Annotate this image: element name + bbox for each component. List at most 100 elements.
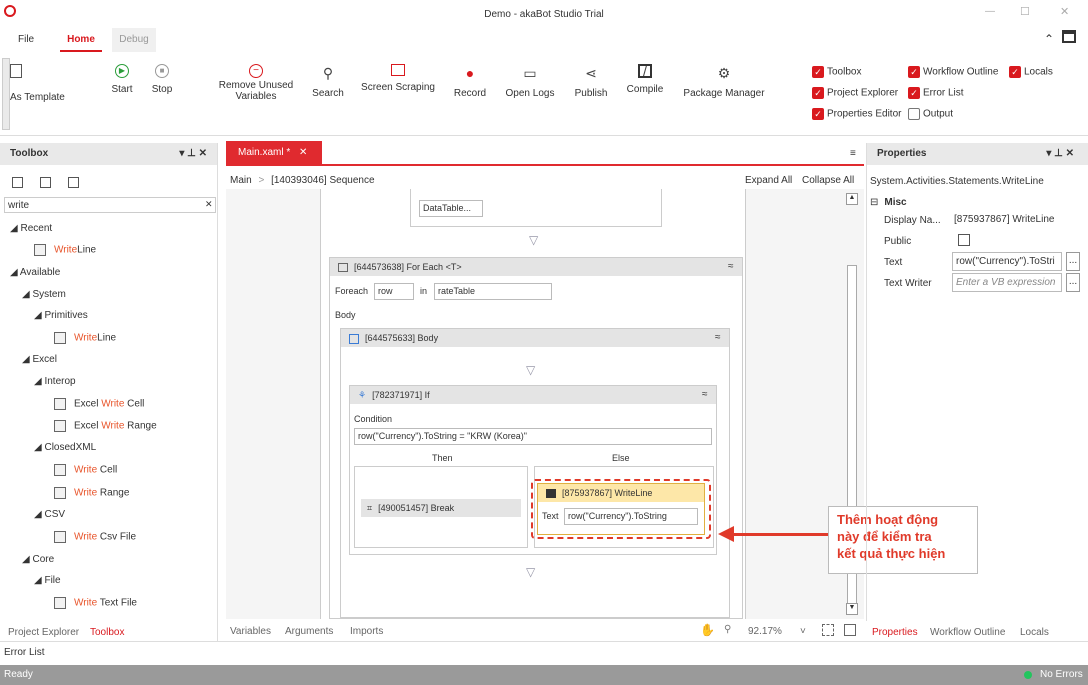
tree-recent-writeline[interactable]: WriteLine bbox=[34, 244, 96, 256]
body-collapse-icon[interactable]: ≈ bbox=[715, 332, 721, 343]
tree-excel[interactable]: ◢ Excel bbox=[22, 354, 57, 365]
tree-recent[interactable]: ◢ Recent bbox=[10, 223, 52, 234]
text-expression-button[interactable]: ... bbox=[1066, 252, 1080, 271]
text-writer-expression-button[interactable]: ... bbox=[1066, 273, 1080, 292]
error-list-toggle[interactable]: ✓ Error List bbox=[908, 87, 964, 99]
tree-interop[interactable]: ◢ Interop bbox=[34, 376, 76, 387]
search-button[interactable]: ⚲ Search bbox=[308, 64, 348, 99]
writeline-text-input[interactable]: row("Currency").ToString bbox=[564, 508, 698, 525]
variables-tab[interactable]: Variables bbox=[230, 626, 271, 637]
stop-button[interactable]: ■ Stop bbox=[148, 64, 176, 95]
display-name-value[interactable]: [875937867] WriteLine bbox=[954, 214, 1054, 225]
foreach-collapse-icon[interactable]: ≈ bbox=[728, 261, 734, 272]
break-activity[interactable]: ⌗ [490051457] Break bbox=[361, 499, 521, 517]
writeline-activity[interactable]: [875937867] WriteLine Text row("Currency… bbox=[537, 483, 705, 535]
tree-file[interactable]: ◢ File bbox=[34, 575, 61, 586]
public-checkbox[interactable] bbox=[958, 234, 970, 246]
locals-tab[interactable]: Locals bbox=[1020, 627, 1049, 638]
close-button[interactable]: ✕ bbox=[1060, 5, 1069, 18]
overview-icon[interactable] bbox=[844, 624, 856, 636]
tree-write-csv-file[interactable]: Write Csv File bbox=[54, 531, 136, 543]
collapse-all-link[interactable]: Collapse All bbox=[802, 175, 854, 186]
panel-controls[interactable]: ▾ ⊥ ✕ bbox=[1046, 143, 1074, 165]
designer-tab[interactable]: Main.xaml * ✕ bbox=[226, 141, 322, 165]
menu-file[interactable]: File bbox=[18, 34, 34, 45]
remove-unused-variables-button[interactable]: − Remove Unused Variables bbox=[214, 64, 298, 102]
tab-list-icon[interactable]: ≡ bbox=[850, 148, 856, 159]
arguments-tab[interactable]: Arguments bbox=[285, 626, 333, 637]
zoom-level[interactable]: 92.17% bbox=[748, 626, 782, 637]
error-list-tab[interactable]: Error List bbox=[4, 647, 45, 658]
publish-button[interactable]: ⋖ Publish bbox=[568, 64, 614, 99]
misc-category[interactable]: ⊟ Misc bbox=[870, 197, 907, 208]
text-property-input[interactable]: row("Currency").ToStri bbox=[952, 252, 1062, 271]
project-explorer-tab[interactable]: Project Explorer bbox=[8, 627, 79, 638]
body-activity[interactable]: [644575633] Body ≈ ▽ ⚘ [782371971] If ≈ C… bbox=[340, 328, 730, 618]
toolbox-tab[interactable]: Toolbox bbox=[90, 627, 124, 638]
collapse-all-icon[interactable] bbox=[40, 177, 51, 188]
menu-debug[interactable]: Debug bbox=[112, 28, 156, 52]
record-button[interactable]: ● Record bbox=[452, 64, 488, 99]
ribbon-scroll-left[interactable] bbox=[2, 58, 10, 130]
screen-scraping-button[interactable]: Screen Scraping bbox=[358, 64, 438, 93]
menu-home[interactable]: Home bbox=[60, 28, 102, 52]
panel-controls[interactable]: ▾ ⊥ ✕ bbox=[179, 143, 207, 165]
prev-activity[interactable]: DataTable... bbox=[410, 189, 662, 227]
as-template-button[interactable]: As Template bbox=[10, 64, 70, 103]
open-logs-button[interactable]: ▭ Open Logs bbox=[502, 64, 558, 99]
hand-pan-icon[interactable]: ✋ bbox=[700, 623, 715, 637]
tree-write-range[interactable]: Write Range bbox=[54, 487, 129, 499]
tree-excel-write-cell[interactable]: Excel Write Cell bbox=[54, 398, 144, 410]
tree-write-text-file[interactable]: Write Text File bbox=[54, 597, 137, 609]
tree-excel-write-range[interactable]: Excel Write Range bbox=[54, 420, 157, 432]
tree-csv[interactable]: ◢ CSV bbox=[34, 509, 65, 520]
layout-icon[interactable] bbox=[1062, 30, 1076, 43]
properties-editor-toggle[interactable]: ✓ Properties Editor bbox=[812, 108, 901, 120]
search-icon: ⚲ bbox=[322, 65, 334, 81]
scroll-down-button[interactable]: ▼ bbox=[846, 603, 858, 615]
package-manager-button[interactable]: ⚙ Package Manager bbox=[678, 64, 770, 99]
foreach-collection-input[interactable]: rateTable bbox=[434, 283, 552, 300]
tree-core[interactable]: ◢ Core bbox=[22, 554, 54, 565]
condition-input[interactable]: row("Currency").ToString = "KRW (Korea)" bbox=[354, 428, 712, 445]
expand-all-link[interactable]: Expand All bbox=[745, 175, 792, 186]
tree-system[interactable]: ◢ System bbox=[22, 289, 66, 300]
workflow-outline-tab[interactable]: Workflow Outline bbox=[930, 627, 1005, 638]
minimize-button[interactable]: — bbox=[985, 6, 995, 17]
toolbox-toggle[interactable]: ✓ Toolbox bbox=[812, 66, 861, 78]
project-explorer-toggle[interactable]: ✓ Project Explorer bbox=[812, 87, 898, 99]
breadcrumb-sequence[interactable]: [140393046] Sequence bbox=[271, 175, 374, 186]
collapse-category-icon[interactable]: ⊟ bbox=[870, 197, 878, 208]
if-collapse-icon[interactable]: ≈ bbox=[702, 389, 708, 400]
output-toggle[interactable]: Output bbox=[908, 108, 953, 120]
compile-button[interactable]: / Compile bbox=[622, 64, 668, 95]
collapse-ribbon-icon[interactable]: ⌃ bbox=[1044, 32, 1054, 46]
imports-tab[interactable]: Imports bbox=[350, 626, 383, 637]
properties-tab[interactable]: Properties bbox=[872, 627, 918, 638]
zoom-dropdown-icon[interactable]: ˅ bbox=[800, 626, 806, 637]
scroll-up-button[interactable]: ▲ bbox=[846, 193, 858, 205]
error-count[interactable]: No Errors bbox=[1040, 669, 1083, 680]
tree-closedxml[interactable]: ◢ ClosedXML bbox=[34, 442, 96, 453]
close-tab-icon[interactable]: ✕ bbox=[299, 147, 307, 158]
datatable-field[interactable]: DataTable... bbox=[419, 200, 483, 217]
toolbox-search-input[interactable]: write bbox=[4, 197, 216, 213]
tree-write-cell[interactable]: Write Cell bbox=[54, 464, 117, 476]
tree-available[interactable]: ◢ Available bbox=[10, 267, 60, 278]
foreach-activity[interactable]: [644573638] For Each <T> ≈ Foreach row i… bbox=[329, 257, 743, 619]
if-activity[interactable]: ⚘ [782371971] If ≈ Condition row("Currenc… bbox=[349, 385, 717, 555]
maximize-button[interactable]: ☐ bbox=[1020, 5, 1030, 18]
fit-screen-icon[interactable] bbox=[822, 624, 834, 636]
foreach-variable-input[interactable]: row bbox=[374, 283, 414, 300]
list-view-icon[interactable] bbox=[68, 177, 79, 188]
workflow-outline-toggle[interactable]: ✓ Workflow Outline bbox=[908, 66, 998, 78]
tree-primitives-writeline[interactable]: WriteLine bbox=[54, 332, 116, 344]
locals-toggle[interactable]: ✓ Locals bbox=[1009, 66, 1053, 78]
start-button[interactable]: ▶ Start bbox=[108, 64, 136, 95]
clear-search-icon[interactable]: ✕ bbox=[205, 199, 213, 210]
breadcrumb-main[interactable]: Main bbox=[230, 175, 252, 186]
zoom-search-icon[interactable]: ⚲ bbox=[724, 624, 731, 635]
expand-all-icon[interactable] bbox=[12, 177, 23, 188]
text-writer-input[interactable]: Enter a VB expression bbox=[952, 273, 1062, 292]
tree-primitives[interactable]: ◢ Primitives bbox=[34, 310, 88, 321]
